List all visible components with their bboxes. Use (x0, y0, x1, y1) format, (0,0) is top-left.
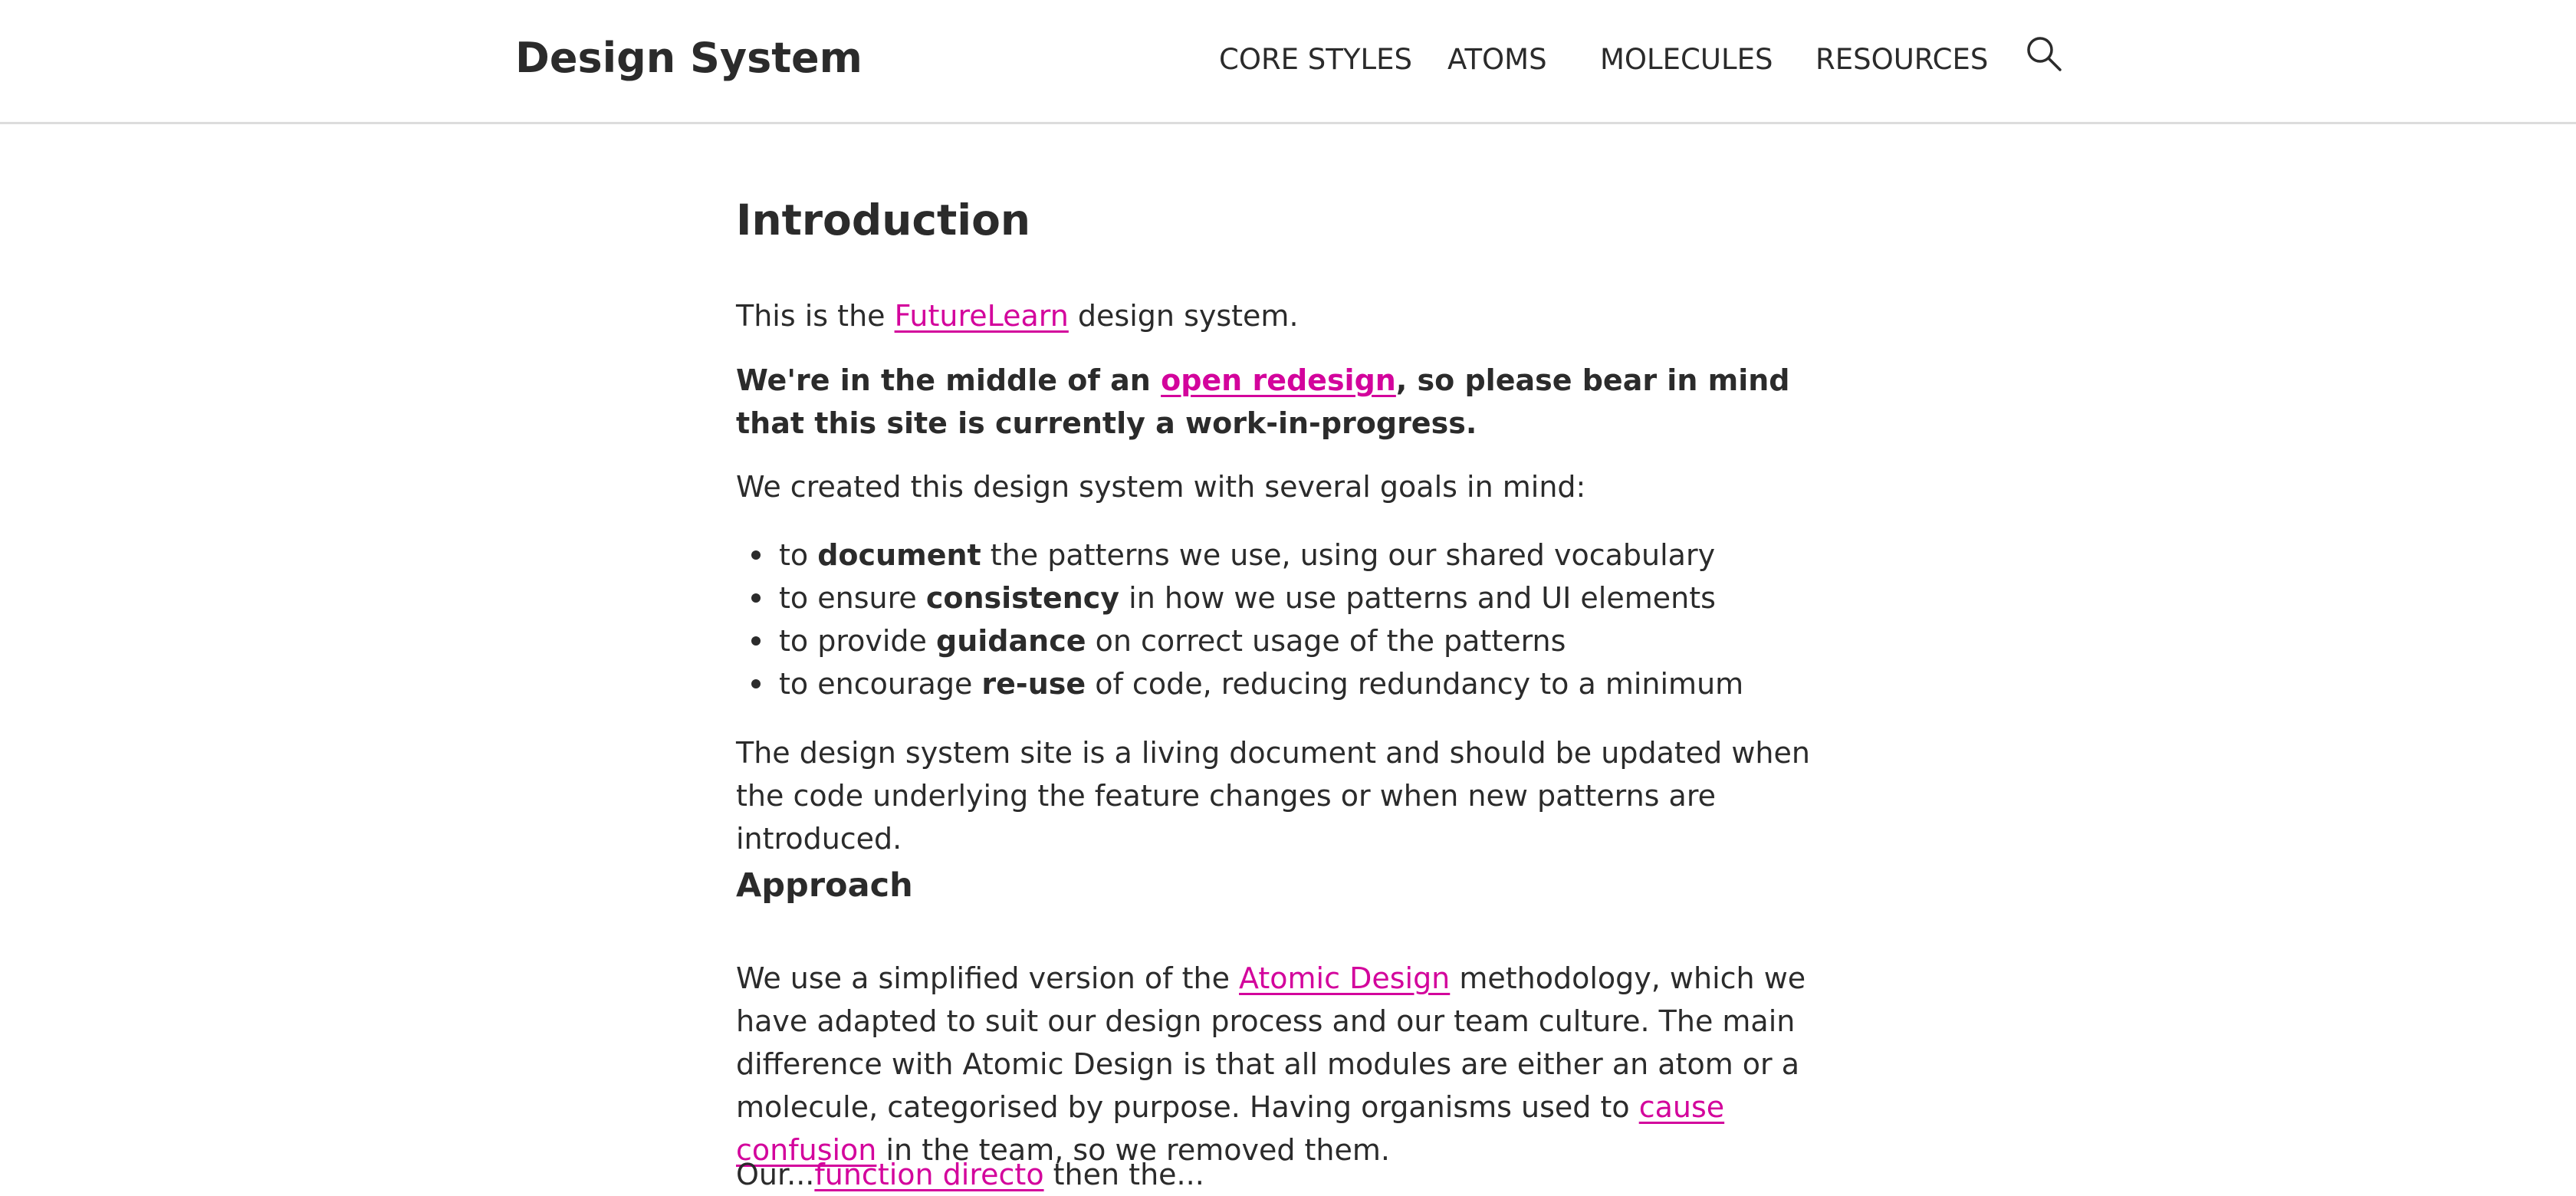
site-brand[interactable]: Design System (515, 34, 863, 82)
nav-atoms[interactable]: ATOMS (1447, 43, 1547, 76)
goal-pre: to encourage (779, 667, 982, 701)
approach-text-before: We use a simplified version of the (736, 961, 1240, 995)
goals-intro: We created this design system with sever… (736, 470, 1586, 504)
goal-post: on correct usage of the patterns (1086, 624, 1566, 658)
goal-post: in how we use patterns and UI elements (1119, 581, 1716, 615)
notice-text-before: We're in the middle of an (736, 363, 1162, 397)
goals-list: to document the patterns we use, using o… (736, 534, 1852, 705)
cutoff-paragraph: Our...function directo then the... (736, 1153, 1840, 1196)
list-item: to provide guidance on correct usage of … (751, 619, 1852, 662)
approach-heading: Approach (736, 866, 913, 905)
list-item: to document the patterns we use, using o… (751, 534, 1852, 577)
living-document-paragraph: The design system site is a living docum… (736, 736, 1810, 856)
site-header: Design System CORE STYLES ATOMS MOLECULE… (0, 0, 2576, 124)
goal-pre: to ensure (779, 581, 926, 615)
goal-keyword: consistency (925, 581, 1120, 615)
goal-pre: to (779, 538, 818, 572)
goal-post: of code, reducing redundancy to a minimu… (1086, 667, 1744, 701)
goal-keyword: document (817, 538, 981, 572)
page-title: Introduction (736, 196, 1031, 245)
list-item: to encourage re-use of code, reducing re… (751, 662, 1852, 705)
nav-resources[interactable]: RESOURCES (1815, 43, 1988, 76)
cutoff-text-after: then the... (1043, 1158, 1204, 1191)
list-item: to ensure consistency in how we use patt… (751, 577, 1852, 619)
nav-core-styles[interactable]: CORE STYLES (1219, 43, 1412, 76)
cutoff-text-before: Our... (736, 1158, 815, 1191)
goal-keyword: re-use (981, 667, 1086, 701)
goal-pre: to provide (779, 624, 937, 658)
goal-keyword: guidance (936, 624, 1086, 658)
futurelearn-link[interactable]: FutureLearn (895, 299, 1069, 333)
open-redesign-link[interactable]: open redesign (1161, 363, 1396, 397)
redesign-notice: We're in the middle of an open redesign,… (736, 359, 1840, 445)
intro-paragraph: This is the FutureLearn design system. (736, 294, 1840, 337)
goal-post: the patterns we use, using our shared vo… (981, 538, 1716, 572)
nav-molecules[interactable]: MOLECULES (1600, 43, 1773, 76)
search-icon[interactable] (2024, 34, 2064, 74)
atomic-design-link[interactable]: Atomic Design (1239, 961, 1450, 995)
intro-text-after: design system. (1068, 299, 1299, 333)
intro-text-before: This is the (736, 299, 895, 333)
approach-paragraph: We use a simplified version of the Atomi… (736, 957, 1840, 1171)
function-directory-link[interactable]: function directo (814, 1158, 1043, 1191)
